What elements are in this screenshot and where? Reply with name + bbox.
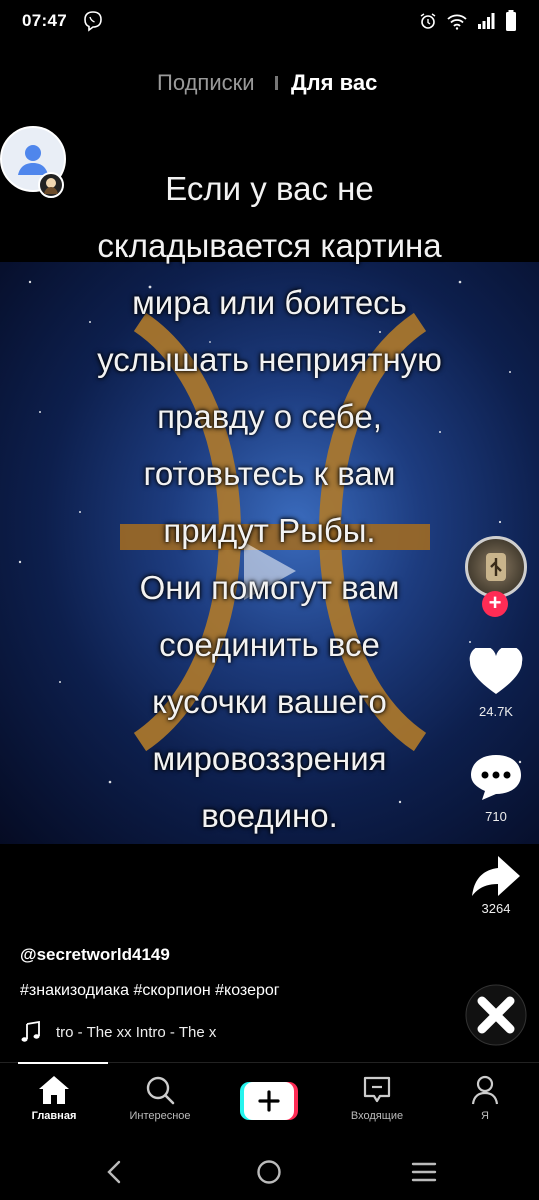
viber-icon [84, 11, 102, 32]
home-icon [39, 1076, 69, 1104]
music-note-icon [21, 1021, 40, 1042]
status-bar: 07:47 [0, 0, 539, 44]
caption-line: складывается картина [97, 227, 442, 264]
heart-icon[interactable] [468, 648, 524, 698]
inbox-icon [363, 1076, 391, 1103]
signal-icon [478, 13, 495, 29]
like-count: 24.7K [479, 704, 513, 719]
create-button[interactable] [240, 1082, 298, 1120]
comment-icon[interactable] [468, 752, 524, 802]
avatar-badge-icon [38, 172, 64, 198]
tab-following[interactable]: Подписки [157, 70, 255, 96]
caption-line: Если у вас не [165, 170, 374, 207]
creator-avatar[interactable] [465, 536, 527, 598]
close-button[interactable] [464, 983, 528, 1047]
nav-discover-label: Интересное [129, 1110, 191, 1122]
nav-discover[interactable]: Интересное [115, 1074, 205, 1122]
comment-count: 710 [485, 809, 507, 824]
status-time: 07:47 [22, 11, 67, 30]
caption-line: мира или боитесь [132, 284, 407, 321]
wifi-icon [447, 14, 467, 30]
nav-me-label: Я [481, 1110, 489, 1122]
close-icon [465, 984, 527, 1046]
battery-icon [506, 10, 516, 31]
caption-line: правду о себе, [157, 398, 382, 435]
caption-line: мировоззрения [152, 740, 387, 777]
recents-icon[interactable] [411, 1161, 437, 1183]
share-count: 3264 [481, 901, 511, 916]
tab-for-you[interactable]: Для вас [291, 70, 377, 96]
home-circle-icon[interactable] [256, 1159, 282, 1185]
nav-inbox-label: Входящие [350, 1110, 404, 1122]
nav-home-label: Главная [31, 1110, 77, 1122]
caption-line: Они помогут вам [139, 569, 400, 606]
nav-home[interactable]: Главная [9, 1074, 99, 1122]
caption-line: готовьтесь к вам [143, 455, 396, 492]
profile-icon [471, 1075, 499, 1105]
post-hashtags[interactable]: #знакизодиака #скорпион #козерог [20, 982, 280, 1000]
caption-line: кусочки вашего [152, 683, 387, 720]
caption-line: услышать неприятную [97, 341, 442, 378]
alarm-icon [420, 13, 436, 29]
tab-separator [275, 76, 278, 90]
nav-active-indicator [18, 1062, 108, 1064]
caption-line: соединить все [159, 626, 380, 663]
caption-line: придут Рыбы. [163, 512, 376, 549]
video-caption: Если у вас не складывается картина мира … [0, 160, 539, 844]
nav-me[interactable]: Я [440, 1074, 530, 1122]
nav-inbox[interactable]: Входящие [332, 1074, 422, 1122]
follow-plus-button[interactable]: + [482, 591, 508, 617]
share-icon[interactable] [468, 852, 524, 902]
music-track[interactable]: tro - The xx Intro - The x [56, 1024, 216, 1041]
rune-icon [486, 553, 506, 581]
search-icon [146, 1076, 175, 1105]
system-icons [419, 10, 517, 32]
system-nav-bar [0, 1140, 539, 1200]
back-icon[interactable] [104, 1160, 124, 1184]
post-username[interactable]: @secretworld4149 [20, 945, 170, 965]
